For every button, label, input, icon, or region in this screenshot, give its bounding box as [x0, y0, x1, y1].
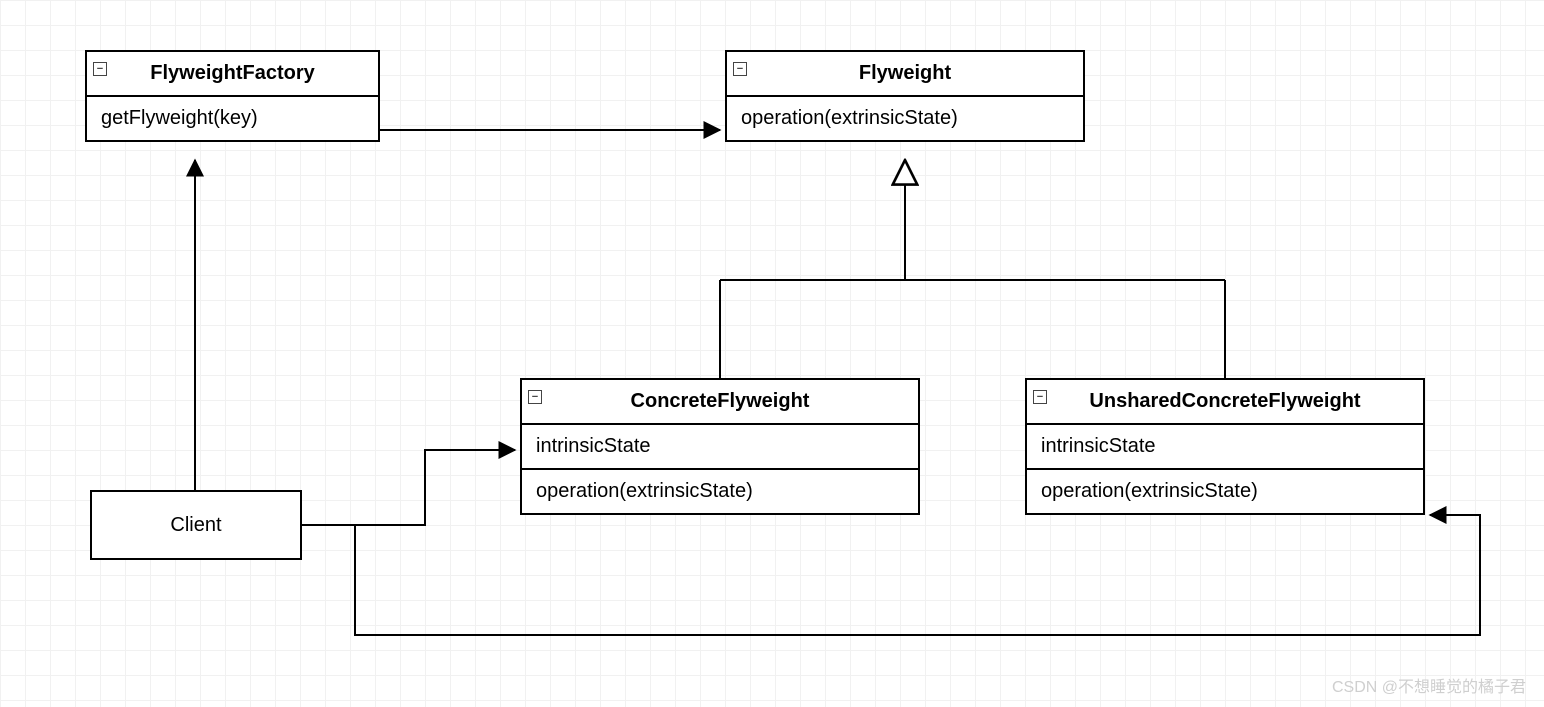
class-name: FlyweightFactory	[150, 62, 314, 84]
class-method: operation(extrinsicState)	[1027, 470, 1423, 513]
class-attribute: intrinsicState	[522, 425, 918, 470]
class-name: Flyweight	[859, 62, 951, 84]
class-client[interactable]: Client	[90, 490, 302, 560]
class-flyweight-factory[interactable]: − FlyweightFactory getFlyweight(key)	[85, 50, 380, 142]
class-method: getFlyweight(key)	[87, 97, 378, 140]
collapse-icon[interactable]: −	[1033, 390, 1047, 404]
collapse-icon[interactable]: −	[528, 390, 542, 404]
watermark: CSDN @不想睡觉的橘子君	[1332, 673, 1526, 697]
class-title: − UnsharedConcreteFlyweight	[1027, 380, 1423, 425]
class-unshared-concrete-flyweight[interactable]: − UnsharedConcreteFlyweight intrinsicSta…	[1025, 378, 1425, 515]
class-method: operation(extrinsicState)	[727, 97, 1083, 140]
class-title: − ConcreteFlyweight	[522, 380, 918, 425]
class-method: operation(extrinsicState)	[522, 470, 918, 513]
collapse-icon[interactable]: −	[733, 62, 747, 76]
class-name: UnsharedConcreteFlyweight	[1089, 390, 1360, 412]
class-concrete-flyweight[interactable]: − ConcreteFlyweight intrinsicState opera…	[520, 378, 920, 515]
class-attribute: intrinsicState	[1027, 425, 1423, 470]
class-flyweight[interactable]: − Flyweight operation(extrinsicState)	[725, 50, 1085, 142]
class-title: − Flyweight	[727, 52, 1083, 97]
class-name: ConcreteFlyweight	[631, 390, 810, 412]
class-name: Client	[170, 514, 221, 537]
collapse-icon[interactable]: −	[93, 62, 107, 76]
class-title: − FlyweightFactory	[87, 52, 378, 97]
